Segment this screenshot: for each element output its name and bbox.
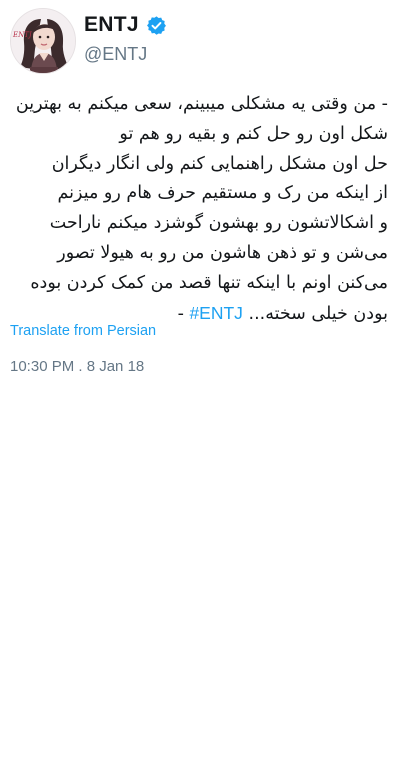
line-dash: - bbox=[177, 303, 190, 324]
avatar-text: ENTJ bbox=[13, 31, 32, 39]
display-name[interactable]: ENTJ bbox=[84, 13, 139, 37]
tweet-timestamp[interactable]: 10:30 PM . 8 Jan 18 bbox=[10, 358, 144, 375]
name-row: ENTJ bbox=[84, 12, 167, 38]
tweet-line: می‌کنن اونم با اینکه تنها قصد من کمک کرد… bbox=[30, 272, 388, 293]
profile-portrait-icon bbox=[11, 9, 75, 73]
tweet-line: حل اون مشکل راهنمایی کنم ولی انگار دیگرا… bbox=[51, 153, 388, 174]
handle[interactable]: @ENTJ bbox=[84, 44, 147, 65]
tweet-line: شکل اون رو حل کنم و بقیه رو هم تو bbox=[119, 123, 388, 144]
tweet-line: از اینکه من رک و مستقیم حرف هام رو میزنم bbox=[57, 183, 388, 204]
tweet-line: بودن خیلی سخته... bbox=[248, 303, 388, 324]
tweet-line: و اشکالاتشون رو بهشون گوشزد میکنم ناراحت bbox=[49, 213, 388, 234]
tweet-line: می‌شن و تو ذهن هاشون من رو به هیولا تصور bbox=[57, 242, 388, 263]
avatar[interactable]: ENTJ bbox=[10, 8, 76, 74]
hashtag-link[interactable]: #ENTJ bbox=[189, 303, 242, 323]
verified-badge-icon bbox=[146, 15, 166, 35]
tweet-line: - من وقتی یه مشکلی میبینم، سعی میکنم به … bbox=[15, 94, 388, 114]
tweet-text: - من وقتی یه مشکلی میبینم، سعی میکنم به … bbox=[8, 90, 388, 329]
translate-link[interactable]: Translate from Persian bbox=[10, 323, 156, 339]
